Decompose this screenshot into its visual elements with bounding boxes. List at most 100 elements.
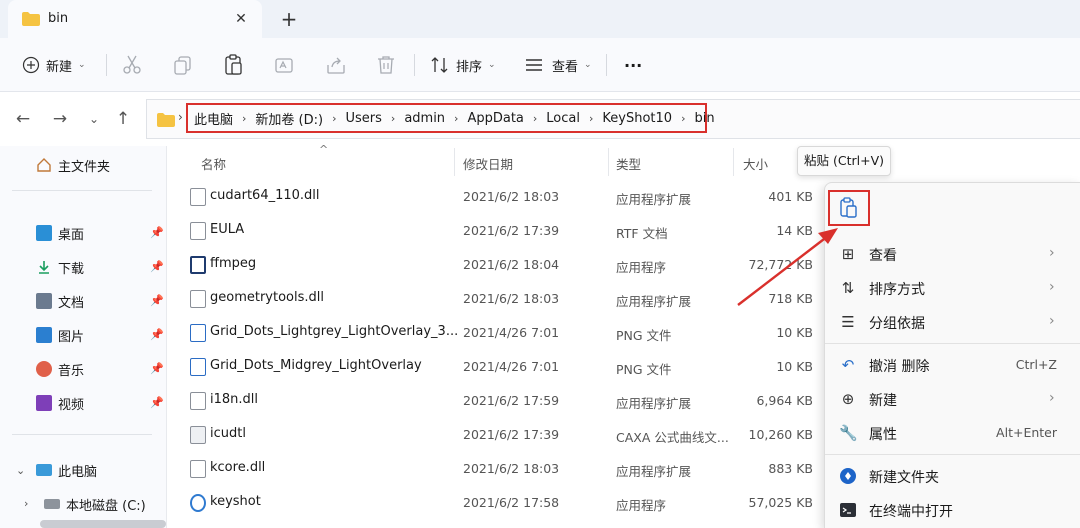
paste-button[interactable] [828, 190, 870, 226]
dll-file-icon [190, 290, 206, 308]
tab-title: bin [48, 11, 69, 26]
menu-item-label: 分组依据 [869, 316, 925, 332]
view-button[interactable]: 查看 ⌄ [524, 51, 592, 79]
breadcrumb-item[interactable]: AppData [467, 111, 523, 126]
menu-item-sort-by[interactable]: ⇅ 排序方式 › [825, 272, 1080, 304]
column-header-size[interactable]: 大小 [743, 154, 768, 173]
chevron-right-icon[interactable]: › [24, 497, 28, 510]
sidebar-item-home[interactable]: 主文件夹 [36, 154, 110, 176]
sidebar-item-downloads[interactable]: 下载 [36, 256, 84, 278]
sidebar-item-this-pc[interactable]: 此电脑 [36, 459, 97, 481]
folder-icon [22, 12, 40, 26]
sidebar-item-label: 此电脑 [58, 464, 98, 480]
column-header-name[interactable]: 名称 [201, 154, 226, 173]
sidebar-item-pictures[interactable]: 图片 [36, 324, 84, 346]
menu-item-properties[interactable]: 🔧 属性 Alt+Enter [825, 417, 1080, 449]
more-options-icon[interactable]: ··· [624, 51, 642, 79]
close-icon[interactable]: ✕ [230, 8, 252, 30]
new-button[interactable]: 新建 ⌄ [22, 51, 86, 79]
column-divider[interactable] [733, 148, 734, 176]
back-arrow-icon[interactable]: ← [12, 108, 34, 130]
pin-icon[interactable]: 📌 [150, 260, 164, 273]
copy-icon[interactable] [171, 53, 195, 77]
chevron-down-icon: ⌄ [78, 60, 86, 70]
pin-icon[interactable]: 📌 [150, 362, 164, 375]
sidebar-item-documents[interactable]: 文档 [36, 290, 84, 312]
desktop-icon [36, 225, 52, 241]
rename-icon[interactable] [273, 53, 297, 77]
sort-button-label: 排序 [456, 59, 483, 75]
sidebar-item-label: 文档 [58, 295, 85, 311]
file-type: PNG 文件 [616, 362, 672, 377]
sort-icon [431, 57, 448, 73]
folder-icon [157, 113, 175, 127]
chevron-down-icon[interactable]: ⌄ [16, 464, 25, 477]
drive-icon [44, 499, 60, 509]
sidebar-item-label: 本地磁盘 (C:) [66, 498, 146, 514]
chevron-right-icon: › [1049, 390, 1055, 406]
breadcrumb-item[interactable]: Users [346, 111, 382, 126]
sidebar-item-desktop[interactable]: 桌面 [36, 222, 84, 244]
breadcrumb-item[interactable]: KeyShot10 [602, 111, 672, 126]
document-icon [36, 293, 52, 309]
menu-item-label: 撤消 删除 [869, 359, 930, 375]
file-name: i18n.dll [210, 392, 259, 407]
home-icon [37, 158, 51, 172]
breadcrumb-item[interactable]: bin [694, 111, 714, 126]
tab-bin[interactable]: bin ✕ [8, 0, 262, 38]
music-icon [36, 361, 52, 377]
forward-arrow-icon[interactable]: → [49, 108, 71, 130]
file-size: 6,964 KB [756, 393, 813, 408]
chevron-right-icon[interactable]: › [681, 112, 685, 125]
horizontal-scrollbar[interactable] [40, 520, 166, 528]
file-date: 2021/6/2 17:39 [463, 223, 560, 238]
file-size: 401 KB [768, 189, 813, 204]
paste-tooltip: 粘贴 (Ctrl+V) [797, 146, 891, 176]
sidebar-item-videos[interactable]: 视频 [36, 392, 84, 414]
new-tab-button[interactable]: + [276, 6, 302, 32]
plus-circle-icon [22, 56, 40, 74]
pin-icon[interactable]: 📌 [150, 396, 164, 409]
png-file-icon [190, 358, 206, 376]
wrench-icon: 🔧 [839, 424, 858, 442]
breadcrumb-item[interactable]: Local [546, 111, 580, 126]
undo-icon: ↶ [841, 356, 855, 374]
menu-item-group-by[interactable]: ☰ 分组依据 › [825, 306, 1080, 338]
breadcrumb-item[interactable]: admin [404, 111, 445, 126]
menu-item-new-folder[interactable]: 新建文件夹 [825, 460, 1080, 492]
menu-item-undo-delete[interactable]: ↶ 撤消 删除 Ctrl+Z [825, 349, 1080, 381]
menu-item-open-terminal[interactable]: 在终端中打开 [825, 494, 1080, 526]
recent-locations-chevron-icon[interactable]: ⌄ [83, 108, 105, 130]
column-divider[interactable] [608, 148, 609, 176]
file-name: Grid_Dots_Lightgrey_LightOverlay_3... [210, 324, 459, 339]
menu-item-view[interactable]: ⊞ 查看 › [825, 238, 1080, 270]
cut-icon[interactable] [120, 53, 144, 77]
column-divider[interactable] [454, 148, 455, 176]
chevron-right-icon[interactable]: › [391, 112, 395, 125]
file-date: 2021/6/2 18:04 [463, 257, 560, 272]
pin-icon[interactable]: 📌 [150, 226, 164, 239]
chevron-right-icon[interactable]: › [332, 112, 336, 125]
pin-icon[interactable]: 📌 [150, 294, 164, 307]
column-header-date[interactable]: 修改日期 [463, 154, 513, 173]
share-icon[interactable] [324, 53, 348, 77]
column-header-type[interactable]: 类型 [616, 154, 641, 173]
chevron-right-icon[interactable]: › [589, 112, 593, 125]
chevron-right-icon[interactable]: › [533, 112, 537, 125]
chevron-right-icon[interactable]: › [242, 112, 246, 125]
pin-icon[interactable]: 📌 [150, 328, 164, 341]
sidebar-item-local-disk[interactable]: 本地磁盘 (C:) [44, 493, 146, 515]
chevron-right-icon[interactable]: › [454, 112, 458, 125]
sidebar-item-music[interactable]: 音乐 [36, 358, 84, 380]
menu-item-new[interactable]: ⊕ 新建 › [825, 383, 1080, 415]
paste-icon[interactable] [222, 53, 246, 77]
file-size: 10 KB [776, 325, 813, 340]
breadcrumb-item[interactable]: 新加卷 (D:) [255, 109, 323, 128]
sort-button[interactable]: 排序 ⌄ [430, 51, 496, 79]
up-arrow-icon[interactable]: ↑ [112, 108, 134, 130]
delete-icon[interactable] [374, 53, 398, 77]
menu-item-label: 新建 [869, 393, 897, 409]
breadcrumb-item[interactable]: 此电脑 [194, 109, 233, 128]
file-size: 10 KB [776, 359, 813, 374]
video-icon [36, 395, 52, 411]
